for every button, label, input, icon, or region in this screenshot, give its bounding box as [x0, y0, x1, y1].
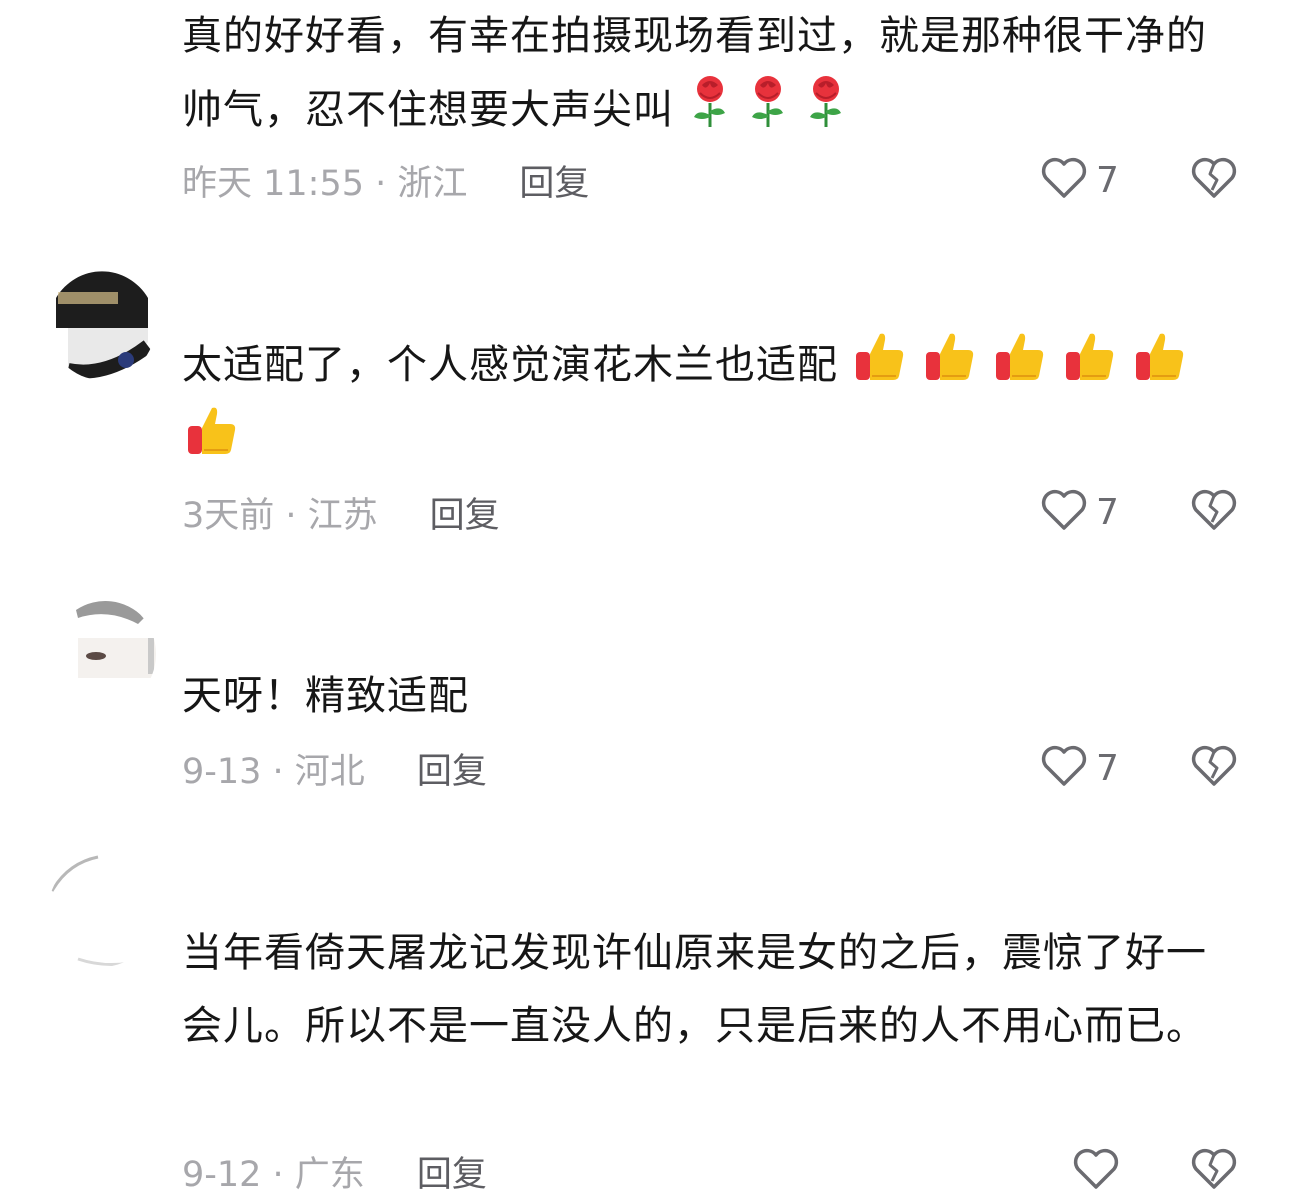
reply-button[interactable]: 回复 — [430, 487, 500, 538]
thumbs-up-icon — [1132, 328, 1188, 384]
avatar[interactable] — [48, 855, 156, 967]
comment-actions — [1072, 1147, 1238, 1195]
rose-icon — [746, 73, 790, 129]
like-button[interactable]: 7 — [1040, 156, 1120, 204]
dislike-button[interactable] — [1190, 744, 1238, 792]
broken-heart-icon — [1190, 156, 1238, 204]
time-location: 昨天 11:55 · 浙江 — [182, 163, 468, 204]
reply-button[interactable]: 回复 — [417, 1146, 487, 1197]
comment-text: 当年看倚天屠龙记发现许仙原来是女的之后，震惊了好一会儿。所以不是一直没人的，只是… — [182, 930, 1207, 1049]
reply-button[interactable]: 回复 — [417, 743, 487, 794]
heart-outline-icon — [1072, 1147, 1120, 1195]
avatar[interactable] — [48, 598, 156, 710]
thumbs-up-icon — [922, 328, 978, 384]
comment-text: 太适配了，个人感觉演花木兰也适配 — [182, 328, 1242, 476]
dislike-button[interactable] — [1190, 1147, 1238, 1195]
comment-actions: 7 — [1040, 156, 1238, 204]
dislike-button[interactable] — [1190, 488, 1238, 536]
like-button[interactable]: 7 — [1040, 744, 1120, 792]
rose-icon — [688, 73, 732, 129]
avatar[interactable] — [48, 268, 156, 380]
thumbs-up-icon — [852, 328, 908, 384]
comment-actions: 7 — [1040, 488, 1238, 536]
dislike-button[interactable] — [1190, 156, 1238, 204]
time-location: 9-13 · 河北 — [182, 751, 365, 792]
thumbs-up-icon — [1062, 328, 1118, 384]
comment-text: 真的好好看，有幸在拍摄现场看到过，就是那种很干净的帅气，忍不住想要大声尖叫 — [182, 13, 1207, 133]
broken-heart-icon — [1190, 1147, 1238, 1195]
comment-text: 天呀！精致适配 — [182, 673, 469, 719]
time-location: 3天前 · 江苏 — [182, 495, 378, 536]
time-location: 9-12 · 广东 — [182, 1154, 365, 1195]
comment-actions: 7 — [1040, 744, 1238, 792]
like-button[interactable] — [1072, 1147, 1120, 1195]
like-count: 7 — [1096, 159, 1119, 201]
like-count: 7 — [1096, 747, 1119, 789]
thumbs-up-icon — [992, 328, 1048, 384]
heart-outline-icon — [1040, 488, 1088, 536]
heart-outline-icon — [1040, 744, 1088, 792]
reply-button[interactable]: 回复 — [519, 155, 589, 206]
heart-outline-icon — [1040, 156, 1088, 204]
thumbs-up-icon — [184, 402, 240, 458]
like-count: 7 — [1096, 491, 1119, 533]
broken-heart-icon — [1190, 488, 1238, 536]
rose-icon — [804, 73, 848, 129]
like-button[interactable]: 7 — [1040, 488, 1120, 536]
broken-heart-icon — [1190, 744, 1238, 792]
